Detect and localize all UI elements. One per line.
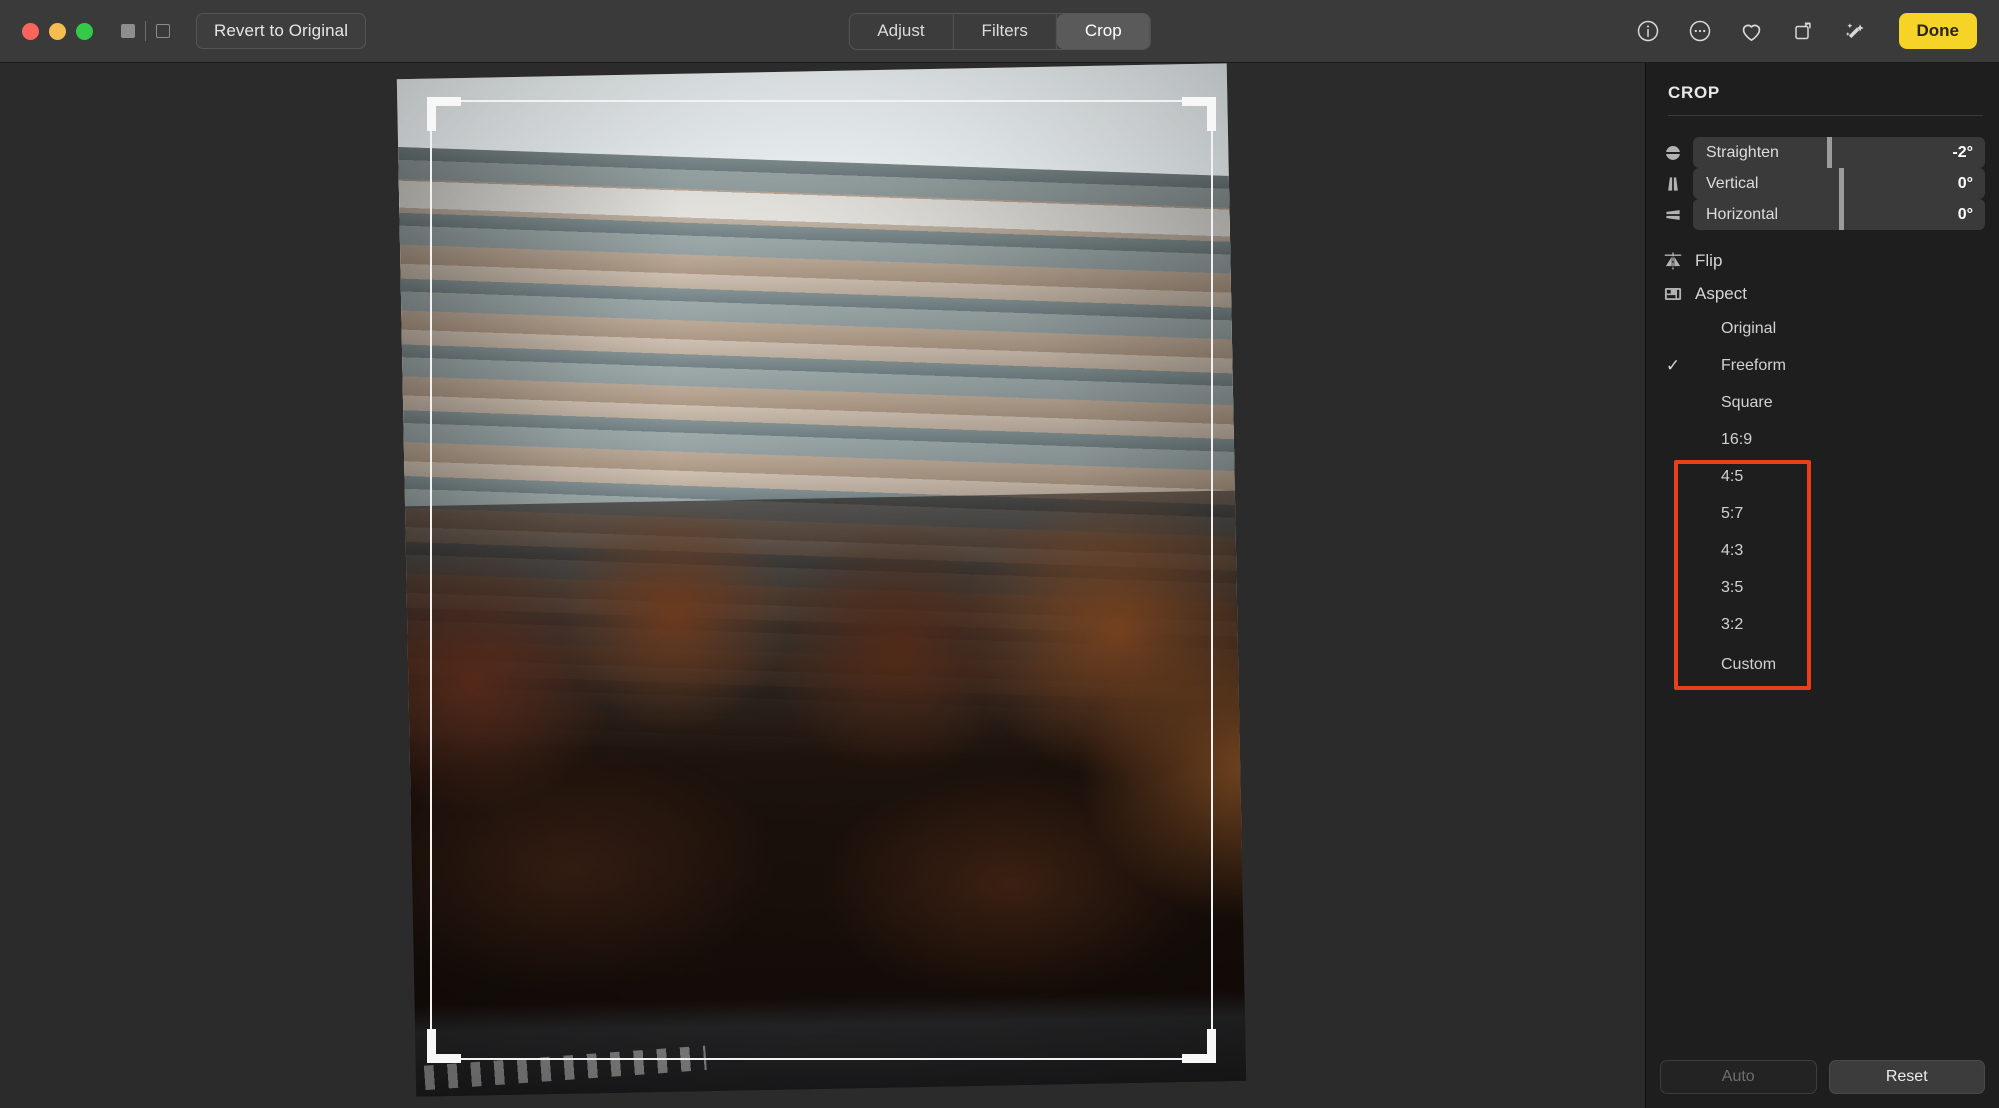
divider (145, 21, 146, 41)
aspect-ratio-4-5[interactable]: 4:5 (1660, 460, 1985, 493)
aspect-ratio-5-7[interactable]: 5:7 (1660, 497, 1985, 530)
done-button[interactable]: Done (1898, 13, 1977, 49)
checkmark-icon: ✓ (1665, 355, 1681, 375)
photo-image (396, 63, 1247, 1097)
horizontal-perspective-icon (1660, 202, 1686, 228)
auto-label: Auto (1721, 1068, 1755, 1085)
aspect-ratio-3-5-label: 3:5 (1721, 578, 1744, 596)
auto-button[interactable]: Auto (1660, 1060, 1817, 1094)
photo-canvas (0, 63, 1645, 1108)
vertical-perspective-icon (1660, 171, 1686, 197)
crop-handle-top-right[interactable] (1207, 97, 1216, 131)
aspect-ratio-square[interactable]: Square (1660, 386, 1985, 419)
slider-straighten-track[interactable]: Straighten -2° (1693, 137, 1985, 168)
aspect-ratio-freeform-label: Freeform (1721, 356, 1786, 374)
more-options-icon[interactable] (1687, 18, 1713, 44)
split-view-icon[interactable] (156, 24, 170, 38)
photo-vignette (396, 63, 1247, 1097)
slider-horizontal-value: 0° (1957, 205, 1973, 223)
aspect-ratio-square-label: Square (1721, 393, 1773, 411)
crop-handle-bottom-right[interactable] (1207, 1029, 1216, 1063)
panel-title: CROP (1668, 83, 1720, 102)
aspect-ratio-original[interactable]: Original (1660, 312, 1985, 345)
window-toolbar: Revert to Original Adjust Filters Crop D… (0, 0, 1999, 63)
aspect-ratio-5-7-label: 5:7 (1721, 504, 1744, 522)
slider-straighten-value: -2° (1952, 143, 1973, 161)
tab-filters-label: Filters (981, 21, 1028, 40)
aspect-ratio-16-9[interactable]: 16:9 (1660, 423, 1985, 456)
aspect-ratio-4-5-label: 4:5 (1721, 467, 1744, 485)
done-label: Done (1916, 21, 1960, 40)
tab-crop[interactable]: Crop (1056, 13, 1150, 49)
aspect-option[interactable]: Aspect (1660, 277, 1985, 310)
zoom-window-button[interactable] (76, 22, 93, 40)
view-mode-toggles (121, 21, 170, 41)
flip-option[interactable]: Flip (1660, 244, 1985, 277)
crop-handle-top-left[interactable] (427, 97, 436, 131)
revert-to-original-button[interactable]: Revert to Original (196, 13, 367, 49)
rotate-icon[interactable] (1791, 18, 1817, 44)
aspect-ratio-16-9-label: 16:9 (1721, 430, 1753, 448)
slider-straighten-thumb[interactable] (1827, 137, 1833, 168)
slider-horizontal-label: Horizontal (1706, 205, 1779, 223)
info-icon[interactable] (1635, 18, 1661, 44)
tab-crop-label: Crop (1084, 21, 1122, 40)
slider-horizontal-track[interactable]: Horizontal 0° (1693, 199, 1985, 230)
panel-divider (1668, 115, 1983, 116)
flip-label: Flip (1695, 250, 1723, 270)
tab-adjust-label: Adjust (877, 21, 925, 40)
aspect-ratio-original-label: Original (1721, 319, 1777, 337)
flip-icon (1660, 248, 1686, 274)
minimize-window-button[interactable] (49, 22, 66, 40)
crop-handle-bottom-left[interactable] (427, 1029, 436, 1063)
tab-filters[interactable]: Filters (954, 13, 1057, 49)
aspect-ratio-3-5[interactable]: 3:5 (1660, 571, 1985, 604)
slider-vertical[interactable]: Vertical 0° (1660, 168, 1985, 199)
crop-region[interactable] (396, 63, 1247, 1097)
slider-horizontal[interactable]: Horizontal 0° (1660, 199, 1985, 230)
close-window-button[interactable] (22, 22, 39, 40)
aspect-ratio-freeform[interactable]: ✓ Freeform (1660, 349, 1985, 382)
straighten-icon (1660, 140, 1686, 166)
single-view-icon[interactable] (121, 24, 135, 38)
aspect-ratio-4-3[interactable]: 4:3 (1660, 534, 1985, 567)
traffic-light-controls (22, 22, 93, 40)
aspect-ratio-4-3-label: 4:3 (1721, 541, 1744, 559)
reset-label: Reset (1885, 1068, 1928, 1085)
aspect-label: Aspect (1695, 283, 1747, 303)
reset-button[interactable]: Reset (1828, 1060, 1985, 1094)
edit-mode-segmented-control: Adjust Filters Crop (848, 12, 1151, 50)
slider-vertical-track[interactable]: Vertical 0° (1693, 168, 1985, 199)
revert-to-original-label: Revert to Original (214, 21, 349, 40)
slider-vertical-thumb[interactable] (1839, 168, 1844, 199)
slider-horizontal-thumb[interactable] (1839, 199, 1844, 230)
crop-settings-panel: CROP Straighten -2° Vertical 0° Horizont… (1645, 63, 1999, 1108)
aspect-icon (1660, 281, 1686, 307)
auto-enhance-wand-icon[interactable] (1843, 18, 1869, 44)
aspect-ratio-custom[interactable]: Custom (1660, 648, 1985, 681)
aspect-ratio-3-2[interactable]: 3:2 (1660, 608, 1985, 641)
favorite-heart-icon[interactable] (1739, 18, 1765, 44)
toolbar-actions: Done (1635, 13, 1977, 49)
slider-straighten-label: Straighten (1706, 143, 1779, 161)
tab-adjust[interactable]: Adjust (849, 13, 954, 49)
aspect-ratio-custom-label: Custom (1721, 655, 1777, 673)
slider-vertical-label: Vertical (1706, 174, 1759, 192)
slider-vertical-value: 0° (1957, 174, 1973, 192)
panel-footer-buttons: Auto Reset (1660, 1060, 1985, 1094)
photos-editor-window: Revert to Original Adjust Filters Crop D… (0, 0, 1999, 1108)
slider-straighten[interactable]: Straighten -2° (1660, 137, 1985, 168)
aspect-ratio-3-2-label: 3:2 (1721, 615, 1744, 633)
